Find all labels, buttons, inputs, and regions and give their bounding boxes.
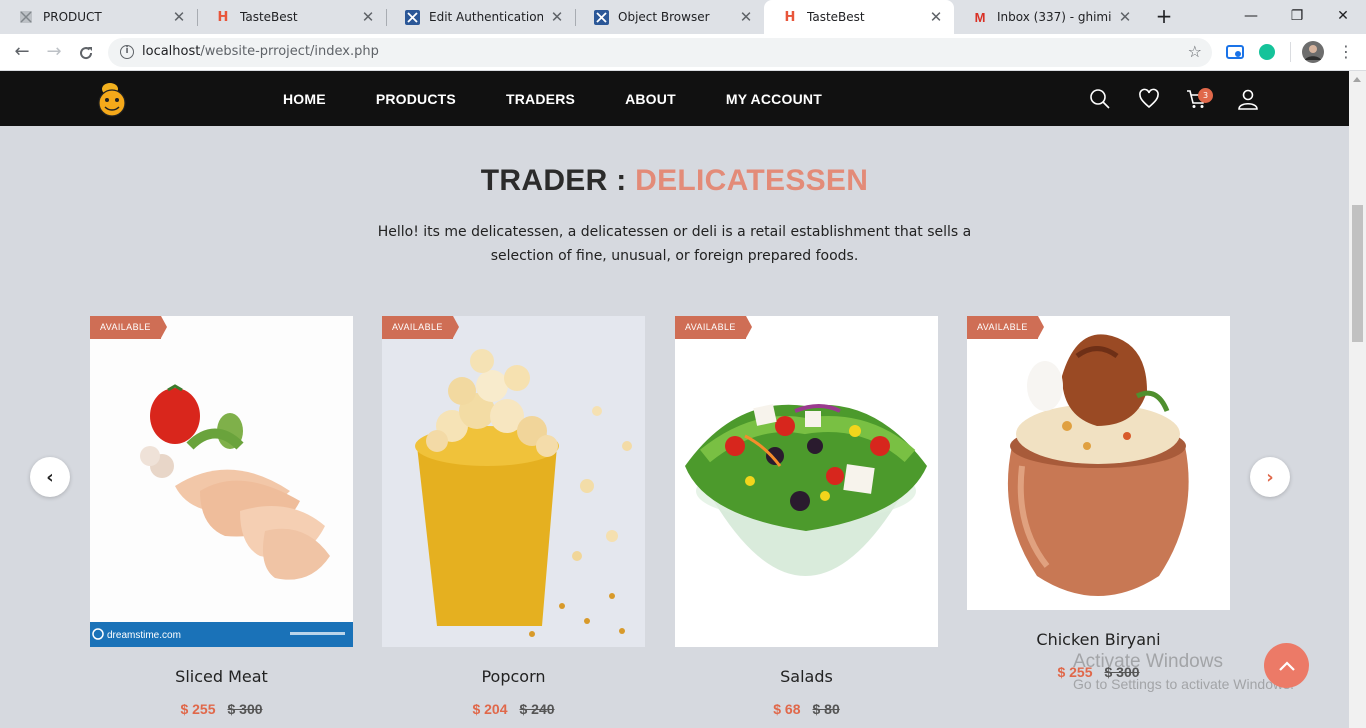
old-price: $ 240 [519,701,555,717]
close-icon[interactable]: ✕ [171,8,187,26]
popcorn-image[interactable] [382,316,645,647]
tab-label: Object Browser [618,10,710,24]
availability-badge: AVAILABLE [967,316,1044,339]
close-icon[interactable]: ✕ [360,8,376,26]
chef-logo[interactable] [94,81,130,117]
browser-tab-product[interactable]: PRODUCT ✕ [0,0,197,34]
avatar[interactable] [1302,41,1324,63]
availability-badge: AVAILABLE [382,316,459,339]
close-icon[interactable]: ✕ [1117,8,1133,26]
nav-traders[interactable]: TRADERS [506,91,575,107]
url-text: localhost/website-prroject/index.php [142,44,379,59]
restore-button[interactable]: ❐ [1274,5,1320,27]
tab-label: TasteBest [240,10,298,24]
nav-my-account[interactable]: MY ACCOUNT [726,91,822,107]
close-icon[interactable]: ✕ [738,8,754,26]
browser-tab-object-browser[interactable]: Object Browser ✕ [575,0,764,34]
oracle-apex-icon [593,9,609,25]
carousel-prev-button[interactable]: ‹ [30,457,70,497]
biryani-image[interactable] [967,316,1230,610]
page-icon [18,9,34,25]
tab-label: PRODUCT [43,10,102,24]
product-name[interactable]: Sliced Meat [90,667,353,686]
product-price: $ 204 $ 240 [382,701,645,717]
nav-home[interactable]: HOME [283,91,326,107]
browser-toolbar: ← → i localhost/website-prroject/index.p… [0,34,1366,71]
trader-name: DELICATESSEN [635,164,869,197]
main-nav: HOME PRODUCTS TRADERS ABOUT MY ACCOUNT [283,71,872,126]
tastebest-icon: H [217,9,229,25]
product-name[interactable]: Popcorn [382,667,645,686]
minimize-button[interactable]: — [1228,5,1274,27]
bookmark-star-icon[interactable]: ☆ [1188,42,1202,61]
heart-icon[interactable] [1138,88,1160,110]
product-price: $ 255 $ 300 [90,701,353,717]
old-price: $ 80 [812,701,840,717]
current-price: $ 255 [180,701,216,717]
product-name[interactable]: Salads [675,667,938,686]
close-icon[interactable]: ✕ [928,8,944,26]
forward-button[interactable]: → [42,41,66,65]
browser-tab-tastebest[interactable]: H TasteBest ✕ [197,0,386,34]
browser-tab-edit-authentication[interactable]: Edit Authentication Sch ✕ [386,0,575,34]
salad-image[interactable] [675,316,938,647]
reload-button[interactable] [74,41,98,65]
tab-label: Edit Authentication Sch [429,10,543,24]
back-button[interactable]: ← [10,41,34,65]
browser-tab-strip: PRODUCT ✕ H TasteBest ✕ Edit Authenticat… [0,0,1366,34]
current-price: $ 68 [773,701,801,717]
address-bar[interactable]: i localhost/website-prroject/index.php ☆ [108,38,1212,67]
trader-description: Hello! its me delicatessen, a delicatess… [377,224,972,264]
current-price: $ 204 [472,701,508,717]
tab-label: TasteBest [807,10,865,24]
trader-title: TRADER : DELICATESSEN [480,164,869,197]
close-window-button[interactable]: ✕ [1320,5,1366,27]
back-to-top-button[interactable] [1264,643,1309,688]
browser-tab-tastebest-active[interactable]: H TasteBest ✕ [764,0,954,34]
site-header: HOME PRODUCTS TRADERS ABOUT MY ACCOUNT [0,71,1349,126]
old-price: $ 300 [227,701,263,717]
scrollbar-thumb[interactable] [1352,205,1363,342]
product-name[interactable]: Chicken Biryani [967,630,1230,649]
close-icon[interactable]: ✕ [549,8,565,26]
browser-tab-gmail[interactable]: M Inbox (337) - ghimiresal ✕ [954,0,1143,34]
gmail-icon: M [974,9,986,25]
search-icon[interactable] [1089,88,1111,110]
chevron-left-icon: ‹ [46,466,54,488]
dreamstime-watermark: dreamstime.com [107,630,181,641]
chevron-up-icon [1278,660,1295,671]
availability-badge: AVAILABLE [90,316,167,339]
availability-badge: AVAILABLE [675,316,752,339]
user-icon[interactable] [1237,88,1259,110]
new-tab-button[interactable]: + [1152,5,1176,29]
page-scrollbar[interactable] [1349,71,1366,728]
carousel-next-button[interactable]: › [1250,457,1290,497]
nav-about[interactable]: ABOUT [625,91,676,107]
screen-capture-icon[interactable] [1226,43,1244,61]
windows-activation-watermark: Activate Windows Go to Settings to activ… [1073,651,1294,692]
cart-count-badge: 3 [1198,88,1213,103]
product-price: $ 68 $ 80 [675,701,938,717]
nav-products[interactable]: PRODUCTS [376,91,456,107]
tab-label: Inbox (337) - ghimiresal [997,10,1111,24]
info-icon[interactable]: i [120,45,134,59]
chevron-right-icon: › [1266,466,1274,488]
kebab-menu-icon[interactable]: ⋮ [1334,41,1358,65]
grammarly-icon[interactable] [1258,43,1276,61]
oracle-apex-icon [404,9,420,25]
tastebest-icon: H [784,9,796,25]
sliced-meat-image[interactable]: dreamstime.com [90,316,353,647]
